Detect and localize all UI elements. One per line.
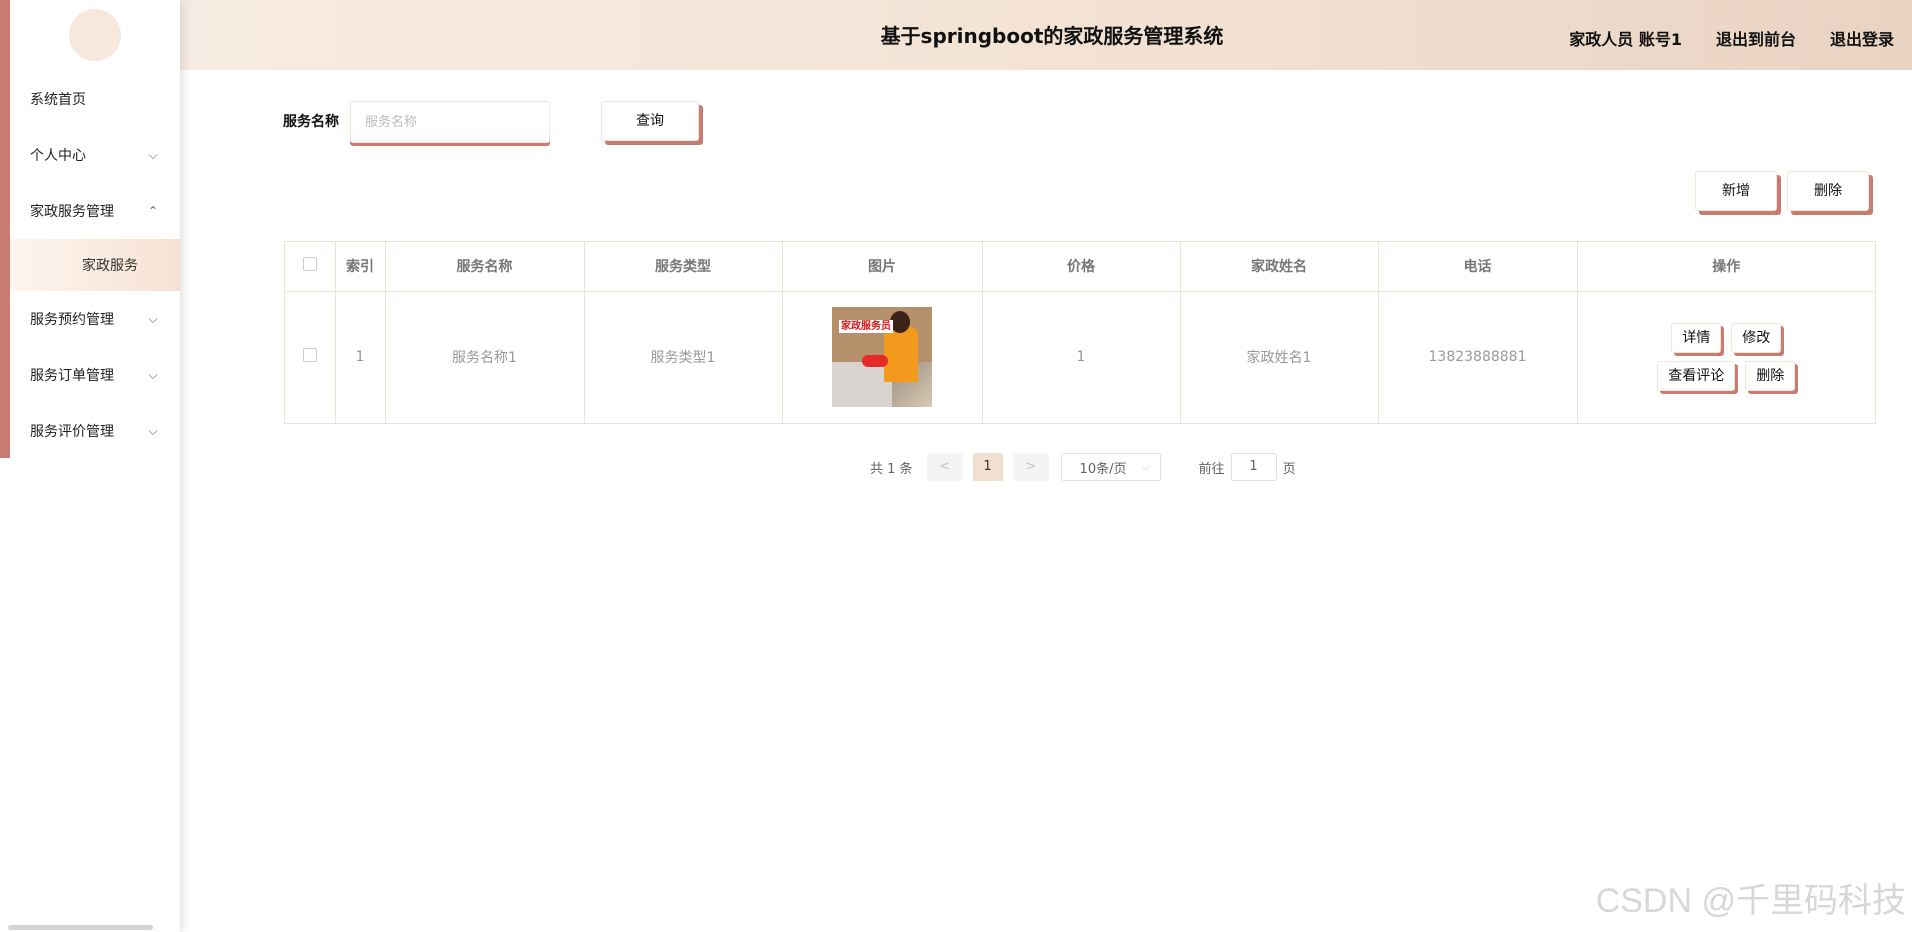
watermark: CSDN @千里码科技 xyxy=(1595,882,1906,920)
price-cell: 1 xyxy=(982,291,1181,423)
next-page-button[interactable]: > xyxy=(1012,453,1049,481)
sidebar-item-personal-center[interactable]: 个人中心 ⌵ xyxy=(10,127,180,183)
service-name-cell: 服务名称1 xyxy=(385,291,585,423)
service-name-search-input[interactable] xyxy=(350,101,550,143)
row-checkbox[interactable] xyxy=(302,348,317,363)
sidebar-item-review-management[interactable]: 服务评价管理 ⌵ xyxy=(10,403,180,459)
phone-cell: 13823888881 xyxy=(1378,291,1578,423)
sidebar-subitem-service[interactable]: 家政服务 xyxy=(10,239,180,291)
table-row: 1 服务名称1 服务类型1 家政服务员 1 家政姓名1 13823888881 xyxy=(285,291,1875,423)
search-label: 服务名称 xyxy=(283,114,339,130)
chevron-down-icon: ⌵ xyxy=(148,147,158,162)
sidebar-scrollbar[interactable] xyxy=(8,925,153,930)
sidebar-item-booking-management[interactable]: 服务预约管理 ⌵ xyxy=(10,291,180,347)
page-size-value: 10条/页 xyxy=(1079,461,1127,477)
batch-delete-button[interactable]: 删除 xyxy=(1787,171,1869,211)
service-type-cell: 服务类型1 xyxy=(584,291,783,423)
image-cell: 家政服务员 xyxy=(782,291,983,423)
header-actions: 家政人员 账号1 退出到前台 退出登录 xyxy=(1569,0,1894,76)
table-header-row: 索引 服务名称 服务类型 图片 价格 家政姓名 电话 操作 xyxy=(285,242,1875,292)
column-header: 图片 xyxy=(782,242,983,292)
row-delete-button[interactable]: 删除 xyxy=(1745,361,1796,392)
chevron-down-icon: ⌵ xyxy=(148,311,158,326)
exit-to-front-link[interactable]: 退出到前台 xyxy=(1716,26,1796,50)
top-header: 基于springboot的家政服务管理系统 家政人员 账号1 退出到前台 退出登… xyxy=(0,0,1912,70)
sidebar: 系统首页 个人中心 ⌵ 家政服务管理 ⌃ 家政服务 服务预约管理 ⌵ 服务订单管… xyxy=(0,0,180,932)
chevron-down-icon: ⌵ xyxy=(148,367,158,382)
current-user: 家政人员 账号1 xyxy=(1569,30,1682,49)
sidebar-item-label: 个人中心 xyxy=(30,148,86,164)
column-header: 服务类型 xyxy=(584,242,783,292)
column-header: 索引 xyxy=(335,242,386,292)
select-all-checkbox[interactable] xyxy=(302,257,317,272)
sidebar-item-label: 服务预约管理 xyxy=(30,312,114,328)
row-actions: 详情 修改 查看评论 删除 xyxy=(1578,323,1876,392)
index-cell: 1 xyxy=(335,291,386,423)
worker-name-cell: 家政姓名1 xyxy=(1180,291,1379,423)
chevron-up-icon: ⌃ xyxy=(147,204,159,218)
avatar xyxy=(69,9,121,61)
sidebar-item-label: 服务评价管理 xyxy=(30,424,114,440)
sidebar-item-home[interactable]: 系统首页 xyxy=(10,71,180,127)
sidebar-menu: 系统首页 个人中心 ⌵ 家政服务管理 ⌃ 家政服务 服务预约管理 ⌵ 服务订单管… xyxy=(10,71,180,459)
prev-page-button[interactable]: < xyxy=(926,453,963,481)
service-table: 索引 服务名称 服务类型 图片 价格 家政姓名 电话 操作 1 服务名称1 服务… xyxy=(284,241,1876,424)
operations-cell: 详情 修改 查看评论 删除 xyxy=(1577,291,1875,423)
column-header: 操作 xyxy=(1577,242,1875,292)
column-header: 电话 xyxy=(1378,242,1578,292)
row-select-cell xyxy=(285,291,336,423)
column-header: 服务名称 xyxy=(385,242,585,292)
app-root: 基于springboot的家政服务管理系统 家政人员 账号1 退出到前台 退出登… xyxy=(0,0,1912,932)
sidebar-item-service-management[interactable]: 家政服务管理 ⌃ xyxy=(10,183,180,239)
image-caption: 家政服务员 xyxy=(839,320,893,334)
sidebar-accent-bar xyxy=(0,0,10,458)
sidebar-item-label: 服务订单管理 xyxy=(30,368,114,384)
total-count: 共 1 条 xyxy=(870,461,913,477)
edit-button[interactable]: 修改 xyxy=(1731,323,1782,354)
sidebar-item-label: 家政服务管理 xyxy=(30,204,114,220)
page-size-select[interactable]: 10条/页 ⌵ xyxy=(1060,453,1161,481)
query-button[interactable]: 查询 xyxy=(601,101,699,141)
goto-page-input[interactable]: 1 xyxy=(1230,453,1277,481)
page-unit-label: 页 xyxy=(1282,461,1296,477)
select-all-cell xyxy=(285,242,336,292)
detail-button[interactable]: 详情 xyxy=(1671,323,1722,354)
sidebar-item-label: 系统首页 xyxy=(30,92,86,108)
column-header: 家政姓名 xyxy=(1180,242,1379,292)
page-number-current[interactable]: 1 xyxy=(972,453,1003,481)
add-button[interactable]: 新增 xyxy=(1695,171,1777,211)
column-header: 价格 xyxy=(982,242,1181,292)
logout-link[interactable]: 退出登录 xyxy=(1830,26,1894,50)
pagination: 共 1 条 < 1 > 10条/页 ⌵ 前往 1 页 xyxy=(870,453,1296,481)
service-image: 家政服务员 xyxy=(832,307,932,408)
view-reviews-button[interactable]: 查看评论 xyxy=(1657,361,1736,392)
sidebar-item-order-management[interactable]: 服务订单管理 ⌵ xyxy=(10,347,180,403)
chevron-down-icon: ⌵ xyxy=(148,423,158,438)
chevron-down-icon: ⌵ xyxy=(1141,461,1150,473)
goto-label: 前往 xyxy=(1198,461,1225,477)
